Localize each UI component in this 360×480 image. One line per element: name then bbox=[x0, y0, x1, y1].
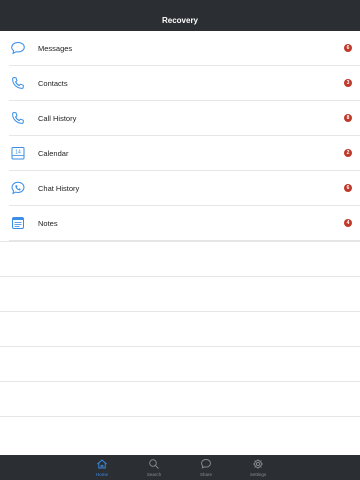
empty-row bbox=[0, 346, 360, 381]
phone-icon bbox=[10, 75, 26, 91]
tab-share[interactable]: Share bbox=[191, 455, 221, 480]
tab-label: Share bbox=[199, 472, 212, 477]
empty-row bbox=[0, 276, 360, 311]
chat-bubble-icon bbox=[10, 40, 26, 56]
empty-row bbox=[0, 311, 360, 346]
tab-home[interactable]: Home bbox=[87, 455, 117, 480]
home-icon bbox=[97, 459, 107, 469]
calendar-day: 14 bbox=[15, 150, 21, 156]
share-icon bbox=[201, 459, 211, 469]
phone-icon bbox=[10, 110, 26, 126]
tab-bar: Home Search Share Settings bbox=[0, 455, 360, 480]
search-icon bbox=[149, 459, 159, 469]
count-badge: 6 bbox=[344, 184, 352, 192]
list-item-notes[interactable]: Notes 4 bbox=[0, 206, 360, 241]
page-title: Recovery bbox=[161, 15, 199, 25]
count-badge: 2 bbox=[344, 149, 352, 157]
count-badge: 8 bbox=[344, 114, 352, 122]
list-item-label: Calendar bbox=[38, 149, 69, 158]
count-badge: 6 bbox=[344, 44, 352, 52]
notes-icon bbox=[10, 215, 26, 231]
list-item-label: Contacts bbox=[38, 79, 68, 88]
count-badge: 4 bbox=[344, 219, 352, 227]
navigation-bar: Recovery bbox=[0, 9, 360, 31]
tab-label: Settings bbox=[249, 472, 267, 477]
list-item-chat-history[interactable]: Chat History 6 bbox=[0, 171, 360, 206]
tab-label: Home bbox=[95, 472, 108, 477]
gear-icon bbox=[253, 459, 263, 469]
list-item-contacts[interactable]: Contacts 3 bbox=[0, 66, 360, 101]
list-item-call-history[interactable]: Call History 8 bbox=[0, 101, 360, 136]
list-item-calendar[interactable]: 14 Calendar 2 bbox=[0, 136, 360, 171]
empty-row bbox=[0, 416, 360, 451]
list-item-messages[interactable]: Messages 6 bbox=[0, 31, 360, 66]
list-item-label: Messages bbox=[38, 44, 73, 53]
list-item-label: Chat History bbox=[38, 184, 80, 193]
empty-row bbox=[0, 381, 360, 416]
calendar-icon: 14 bbox=[10, 145, 26, 161]
recovery-list: Messages 6 Contacts 3 Call History 8 14 … bbox=[0, 31, 360, 241]
tab-search[interactable]: Search bbox=[139, 455, 169, 480]
list-item-label: Call History bbox=[38, 114, 77, 123]
empty-row bbox=[0, 241, 360, 276]
tab-settings[interactable]: Settings bbox=[243, 455, 273, 480]
status-bar bbox=[0, 0, 360, 9]
tab-label: Search bbox=[146, 472, 162, 477]
chat-phone-icon bbox=[10, 180, 26, 196]
empty-list-area bbox=[0, 241, 360, 451]
list-item-label: Notes bbox=[38, 219, 58, 228]
count-badge: 3 bbox=[344, 79, 352, 87]
